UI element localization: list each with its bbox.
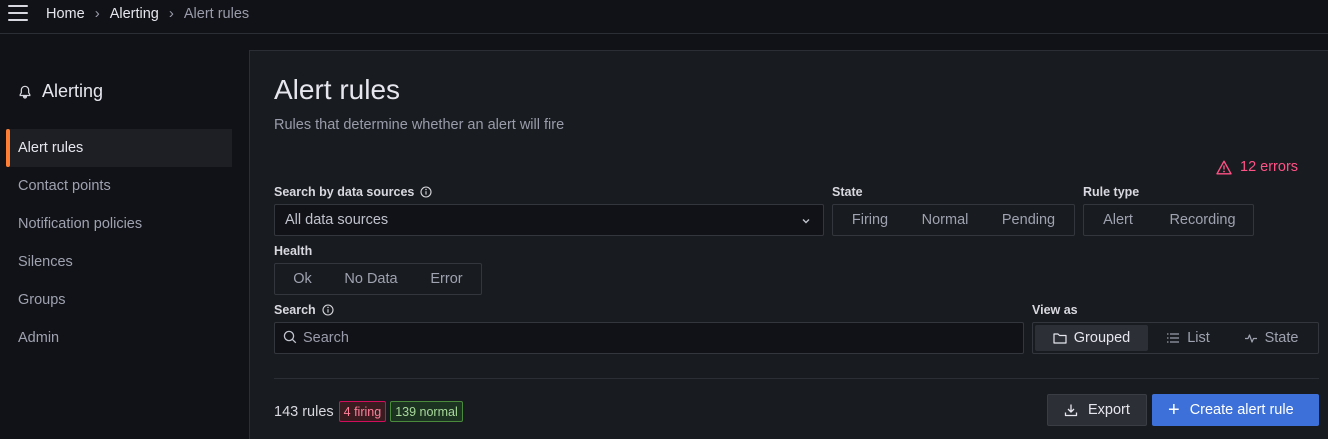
rule-type-label: Rule type bbox=[1083, 185, 1140, 199]
chevron-right-icon: › bbox=[168, 5, 174, 22]
sidebar-item-notification-policies[interactable]: Notification policies bbox=[6, 205, 232, 243]
divider bbox=[274, 378, 1319, 379]
sidebar-title: Alerting bbox=[18, 81, 103, 102]
sidebar-item-label: Groups bbox=[18, 292, 66, 308]
sidebar-item-groups[interactable]: Groups bbox=[6, 281, 232, 319]
sidebar-item-silences[interactable]: Silences bbox=[6, 243, 232, 281]
view-as-grouped[interactable]: Grouped bbox=[1035, 325, 1148, 351]
folder-icon bbox=[1053, 333, 1067, 344]
export-button-label: Export bbox=[1088, 402, 1130, 418]
search-label: Search bbox=[274, 303, 334, 317]
state-option-pending[interactable]: Pending bbox=[983, 205, 1074, 235]
info-icon[interactable] bbox=[420, 186, 432, 198]
rules-summary: 143 rules 4 firing 139 normal bbox=[274, 401, 463, 422]
breadcrumb: Home › Alerting › Alert rules bbox=[46, 5, 249, 22]
datasource-select-value: All data sources bbox=[285, 212, 389, 228]
view-as-state[interactable]: State bbox=[1228, 325, 1314, 351]
breadcrumb-alert-rules: Alert rules bbox=[183, 5, 250, 22]
view-as-group: Grouped List State bbox=[1032, 322, 1319, 354]
state-filter-group: Firing Normal Pending bbox=[832, 204, 1075, 236]
warning-icon bbox=[1216, 160, 1232, 174]
search-field bbox=[274, 322, 1024, 354]
health-option-no-data[interactable]: No Data bbox=[330, 264, 412, 294]
view-as-grouped-label: Grouped bbox=[1073, 330, 1131, 346]
bell-icon bbox=[18, 85, 32, 99]
health-filter-group: Ok No Data Error bbox=[274, 263, 482, 295]
errors-link[interactable]: 12 errors bbox=[1216, 159, 1298, 175]
page-title: Alert rules bbox=[274, 74, 401, 105]
errors-count: 12 errors bbox=[1240, 159, 1299, 175]
create-alert-rule-button[interactable]: + Create alert rule bbox=[1152, 394, 1319, 426]
list-icon bbox=[1167, 333, 1180, 343]
sidebar-item-label: Silences bbox=[18, 254, 73, 270]
view-as-list[interactable]: List bbox=[1148, 325, 1228, 351]
breadcrumb-home[interactable]: Home bbox=[46, 6, 85, 22]
breadcrumb-alerting[interactable]: Alerting bbox=[110, 6, 159, 22]
rules-count: 143 rules bbox=[274, 403, 334, 420]
datasource-label: Search by data sources bbox=[274, 185, 432, 199]
health-option-error[interactable]: Error bbox=[412, 264, 481, 294]
sidebar-title-text: Alerting bbox=[42, 81, 104, 101]
view-as-list-label: List bbox=[1187, 330, 1210, 346]
normal-badge: 139 normal bbox=[390, 401, 463, 422]
info-icon[interactable] bbox=[322, 304, 334, 316]
chevron-right-icon: › bbox=[94, 5, 100, 22]
sidebar-item-contact-points[interactable]: Contact points bbox=[6, 167, 232, 205]
health-label: Health bbox=[274, 244, 313, 258]
health-option-ok[interactable]: Ok bbox=[275, 264, 330, 294]
sidebar-item-label: Contact points bbox=[18, 178, 111, 194]
datasource-select[interactable]: All data sources bbox=[274, 204, 824, 236]
rule-type-option-alert[interactable]: Alert bbox=[1084, 205, 1152, 235]
heartbeat-icon bbox=[1244, 334, 1257, 343]
search-input[interactable] bbox=[303, 330, 1003, 346]
chevron-down-icon bbox=[801, 214, 811, 230]
rule-type-filter-group: Alert Recording bbox=[1083, 204, 1254, 236]
sidebar-item-label: Notification policies bbox=[18, 216, 143, 232]
state-label: State bbox=[832, 185, 863, 199]
rule-type-option-recording[interactable]: Recording bbox=[1152, 205, 1253, 235]
sidebar-item-alert-rules[interactable]: Alert rules bbox=[6, 129, 232, 167]
sidebar-item-admin[interactable]: Admin bbox=[6, 319, 232, 357]
sidebar-item-label: Alert rules bbox=[18, 140, 84, 156]
page-subtitle: Rules that determine whether an alert wi… bbox=[274, 117, 565, 133]
view-as-label: View as bbox=[1032, 303, 1078, 317]
sidebar: Alerting Alert rules Contact points Noti… bbox=[0, 34, 248, 439]
download-icon bbox=[1064, 404, 1078, 417]
sidebar-item-label: Admin bbox=[18, 330, 60, 346]
main-panel: Alert rules Rules that determine whether… bbox=[249, 50, 1328, 439]
view-as-state-label: State bbox=[1264, 330, 1299, 346]
state-option-normal[interactable]: Normal bbox=[907, 205, 983, 235]
menu-toggle-icon[interactable] bbox=[8, 5, 28, 21]
state-option-firing[interactable]: Firing bbox=[833, 205, 907, 235]
firing-badge: 4 firing bbox=[338, 401, 387, 422]
export-button[interactable]: Export bbox=[1047, 394, 1147, 426]
search-label-text: Search bbox=[274, 303, 316, 317]
plus-icon: + bbox=[1168, 399, 1180, 421]
create-alert-rule-label: Create alert rule bbox=[1189, 402, 1294, 418]
top-bar: Home › Alerting › Alert rules bbox=[0, 0, 1328, 34]
search-icon bbox=[283, 330, 297, 347]
datasource-label-text: Search by data sources bbox=[274, 185, 415, 199]
